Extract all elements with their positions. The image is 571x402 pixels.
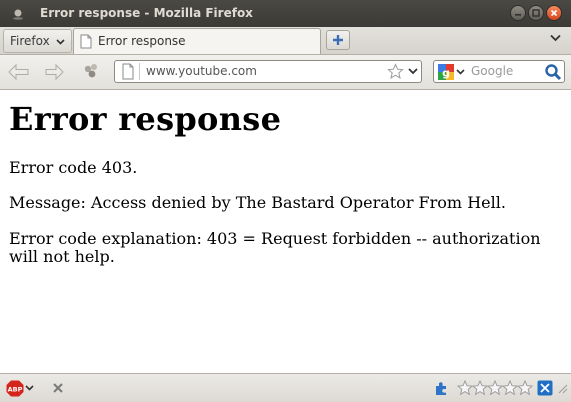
maximize-button[interactable] bbox=[528, 5, 544, 21]
tab-list-chevron-icon[interactable] bbox=[550, 34, 561, 42]
svg-text:g: g bbox=[442, 67, 450, 80]
error-explanation-line: Error code explanation: 403 = Request fo… bbox=[9, 229, 541, 266]
window-title: Error response - Mozilla Firefox bbox=[40, 6, 253, 20]
firefox-menu-label: Firefox bbox=[10, 34, 50, 48]
page-identity-icon[interactable] bbox=[121, 63, 135, 80]
maximize-icon bbox=[532, 9, 540, 17]
page-icon bbox=[80, 34, 92, 49]
close-icon[interactable] bbox=[52, 382, 64, 394]
rating-stars[interactable] bbox=[457, 380, 533, 396]
puzzle-icon[interactable] bbox=[433, 380, 449, 396]
url-text[interactable]: www.youtube.com bbox=[146, 64, 257, 78]
magnifier-icon[interactable] bbox=[544, 63, 562, 81]
page-content: Error response Error code 403. Message: … bbox=[0, 90, 571, 373]
extension-icon[interactable] bbox=[537, 380, 553, 396]
adblock-icon[interactable]: ABP bbox=[6, 380, 24, 397]
search-placeholder[interactable]: Google bbox=[471, 64, 513, 78]
url-separator bbox=[139, 63, 140, 80]
resize-grip-icon[interactable] bbox=[556, 382, 568, 394]
search-bar[interactable]: g Google bbox=[433, 60, 565, 83]
url-bar[interactable]: www.youtube.com bbox=[114, 60, 422, 83]
tab-label: Error response bbox=[98, 34, 186, 48]
minimize-icon bbox=[515, 14, 521, 16]
minimize-button[interactable] bbox=[510, 5, 526, 21]
page-heading: Error response bbox=[9, 100, 282, 138]
new-tab-button[interactable] bbox=[326, 30, 350, 50]
window-dot-icon bbox=[13, 9, 23, 20]
history-icon[interactable] bbox=[82, 62, 100, 80]
tab-bar: Firefox Error response bbox=[0, 27, 571, 55]
close-icon bbox=[550, 9, 558, 17]
status-bar: ABP bbox=[0, 373, 571, 402]
plus-icon bbox=[333, 35, 343, 45]
firefox-window: Error response - Mozilla Firefox Firefox… bbox=[0, 0, 571, 402]
error-message-line: Message: Access denied by The Bastard Op… bbox=[9, 193, 506, 212]
adblock-dropdown-icon[interactable] bbox=[25, 385, 34, 391]
search-engine-dropdown-icon[interactable] bbox=[456, 69, 465, 75]
back-arrow-icon[interactable] bbox=[6, 62, 32, 82]
navigation-toolbar: www.youtube.com g Google bbox=[0, 55, 571, 90]
close-window-button[interactable] bbox=[546, 5, 562, 21]
bookmark-star-icon[interactable] bbox=[387, 63, 404, 80]
firefox-menu-button[interactable]: Firefox bbox=[3, 29, 72, 53]
title-bar: Error response - Mozilla Firefox bbox=[0, 0, 571, 27]
url-dropdown-icon[interactable] bbox=[408, 68, 418, 75]
error-code-line: Error code 403. bbox=[9, 158, 138, 177]
adblock-label: ABP bbox=[8, 386, 23, 394]
forward-arrow-icon[interactable] bbox=[44, 62, 66, 82]
chevron-down-icon bbox=[55, 39, 65, 45]
google-icon[interactable]: g bbox=[438, 64, 454, 80]
tab-error-response[interactable]: Error response bbox=[73, 28, 321, 54]
